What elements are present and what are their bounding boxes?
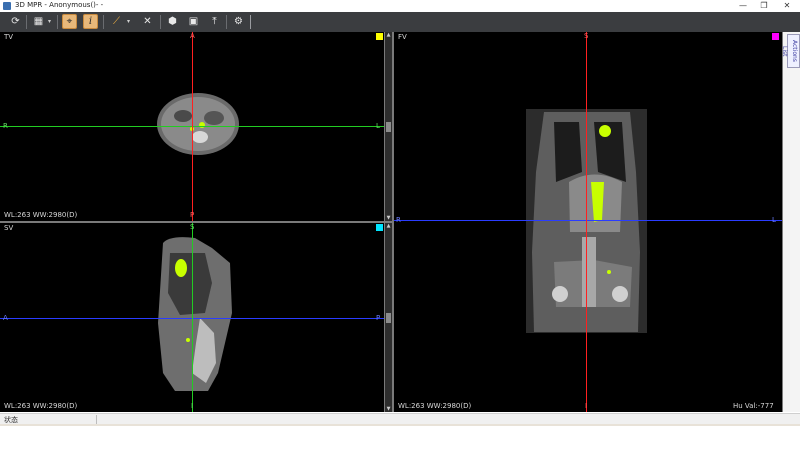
viewport-label: TV xyxy=(4,33,14,41)
orientation-left: A xyxy=(3,314,8,322)
right-panel-strip xyxy=(783,32,800,412)
orientation-left: R xyxy=(3,122,8,130)
orientation-top: S xyxy=(190,223,195,231)
viewer-workspace: TV WL:263 WW:2980(D) A P R L ▲ ▼ SV WL:2… xyxy=(0,32,783,412)
info-icon[interactable]: i xyxy=(83,14,98,29)
coronal-ct-image xyxy=(526,109,647,333)
crosshair-vertical[interactable] xyxy=(192,223,193,412)
hu-value-readout: Hu Val:-777 xyxy=(733,402,774,410)
refresh-icon[interactable]: ⟳ xyxy=(8,14,23,29)
measure-dropdown-icon[interactable]: ▾ xyxy=(127,14,130,29)
crosshair-vertical[interactable] xyxy=(586,32,587,412)
layout-icon[interactable]: ▦ xyxy=(31,14,46,29)
orientation-bottom: I xyxy=(191,402,194,410)
orientation-top: A xyxy=(190,32,195,40)
orientation-top: S xyxy=(584,32,589,40)
scroll-down-icon[interactable]: ▼ xyxy=(385,406,392,412)
orientation-right: L xyxy=(376,122,380,130)
film-icon[interactable]: ▣ xyxy=(186,14,201,29)
status-separator xyxy=(96,415,97,424)
crosshair-icon[interactable]: ⌖ xyxy=(62,14,77,29)
toolbar-separator xyxy=(103,15,104,29)
tv-slice-scrollbar[interactable]: ▲ ▼ xyxy=(385,32,392,221)
app-icon xyxy=(3,2,11,10)
view-color-box[interactable] xyxy=(376,224,383,231)
minimize-button[interactable]: — xyxy=(732,0,754,12)
scroll-up-icon[interactable]: ▲ xyxy=(385,223,392,229)
delete-icon[interactable]: ✕ xyxy=(140,14,155,29)
orientation-right: P xyxy=(376,314,381,322)
toolbar-separator xyxy=(57,15,58,29)
toolbar-separator xyxy=(226,15,227,29)
sv-viewport[interactable]: SV WL:263 WW:2980(D) S I A P xyxy=(0,223,384,412)
crosshair-vertical[interactable] xyxy=(192,32,193,221)
viewport-label: FV xyxy=(398,33,407,41)
viewport-label: SV xyxy=(4,224,14,232)
export-icon[interactable]: ⤒ xyxy=(207,14,222,29)
bottom-edge xyxy=(0,424,800,426)
fv-viewport[interactable]: FV WL:263 WW:2980(D) Hu Val:-777 S I R L xyxy=(394,32,782,412)
actions-list-tab[interactable]: Actions List xyxy=(781,34,800,68)
orientation-left: R xyxy=(396,216,401,224)
volume-icon[interactable]: ⬢ xyxy=(165,14,180,29)
tv-viewport[interactable]: TV WL:263 WW:2980(D) A P R L xyxy=(0,32,384,221)
layout-dropdown-icon[interactable]: ▾ xyxy=(48,14,51,29)
orientation-right: L xyxy=(772,216,776,224)
window-level-readout: WL:263 WW:2980(D) xyxy=(4,211,78,219)
window-title: 3D MPR - Anonymous()- - xyxy=(15,1,104,9)
window-level-readout: WL:263 WW:2980(D) xyxy=(4,402,78,410)
scroll-thumb[interactable] xyxy=(386,313,391,323)
measure-icon[interactable]: ⟋ xyxy=(109,14,124,29)
sv-slice-scrollbar[interactable]: ▲ ▼ xyxy=(385,223,392,412)
toolbar-separator xyxy=(160,15,161,29)
view-color-box[interactable] xyxy=(376,33,383,40)
restore-button[interactable]: ❐ xyxy=(753,0,775,12)
orientation-bottom: P xyxy=(190,211,195,219)
close-button[interactable]: ✕ xyxy=(776,0,798,12)
crosshair-horizontal[interactable] xyxy=(394,220,782,221)
toolbar-separator xyxy=(250,15,251,29)
scroll-down-icon[interactable]: ▼ xyxy=(385,215,392,221)
toolbar: ⟳ ▦ ▾ ⌖ i ⟋ ▾ ✕ ⬢ ▣ ⤒ ⚙ xyxy=(0,12,800,33)
orientation-bottom: I xyxy=(585,402,588,410)
toolbar-separator xyxy=(26,15,27,29)
window-level-readout: WL:263 WW:2980(D) xyxy=(398,402,472,410)
title-bar: 3D MPR - Anonymous()- - — ❐ ✕ xyxy=(0,0,800,12)
scroll-thumb[interactable] xyxy=(386,122,391,132)
settings-icon[interactable]: ⚙ xyxy=(231,14,246,29)
view-color-box[interactable] xyxy=(772,33,779,40)
scroll-up-icon[interactable]: ▲ xyxy=(385,32,392,38)
